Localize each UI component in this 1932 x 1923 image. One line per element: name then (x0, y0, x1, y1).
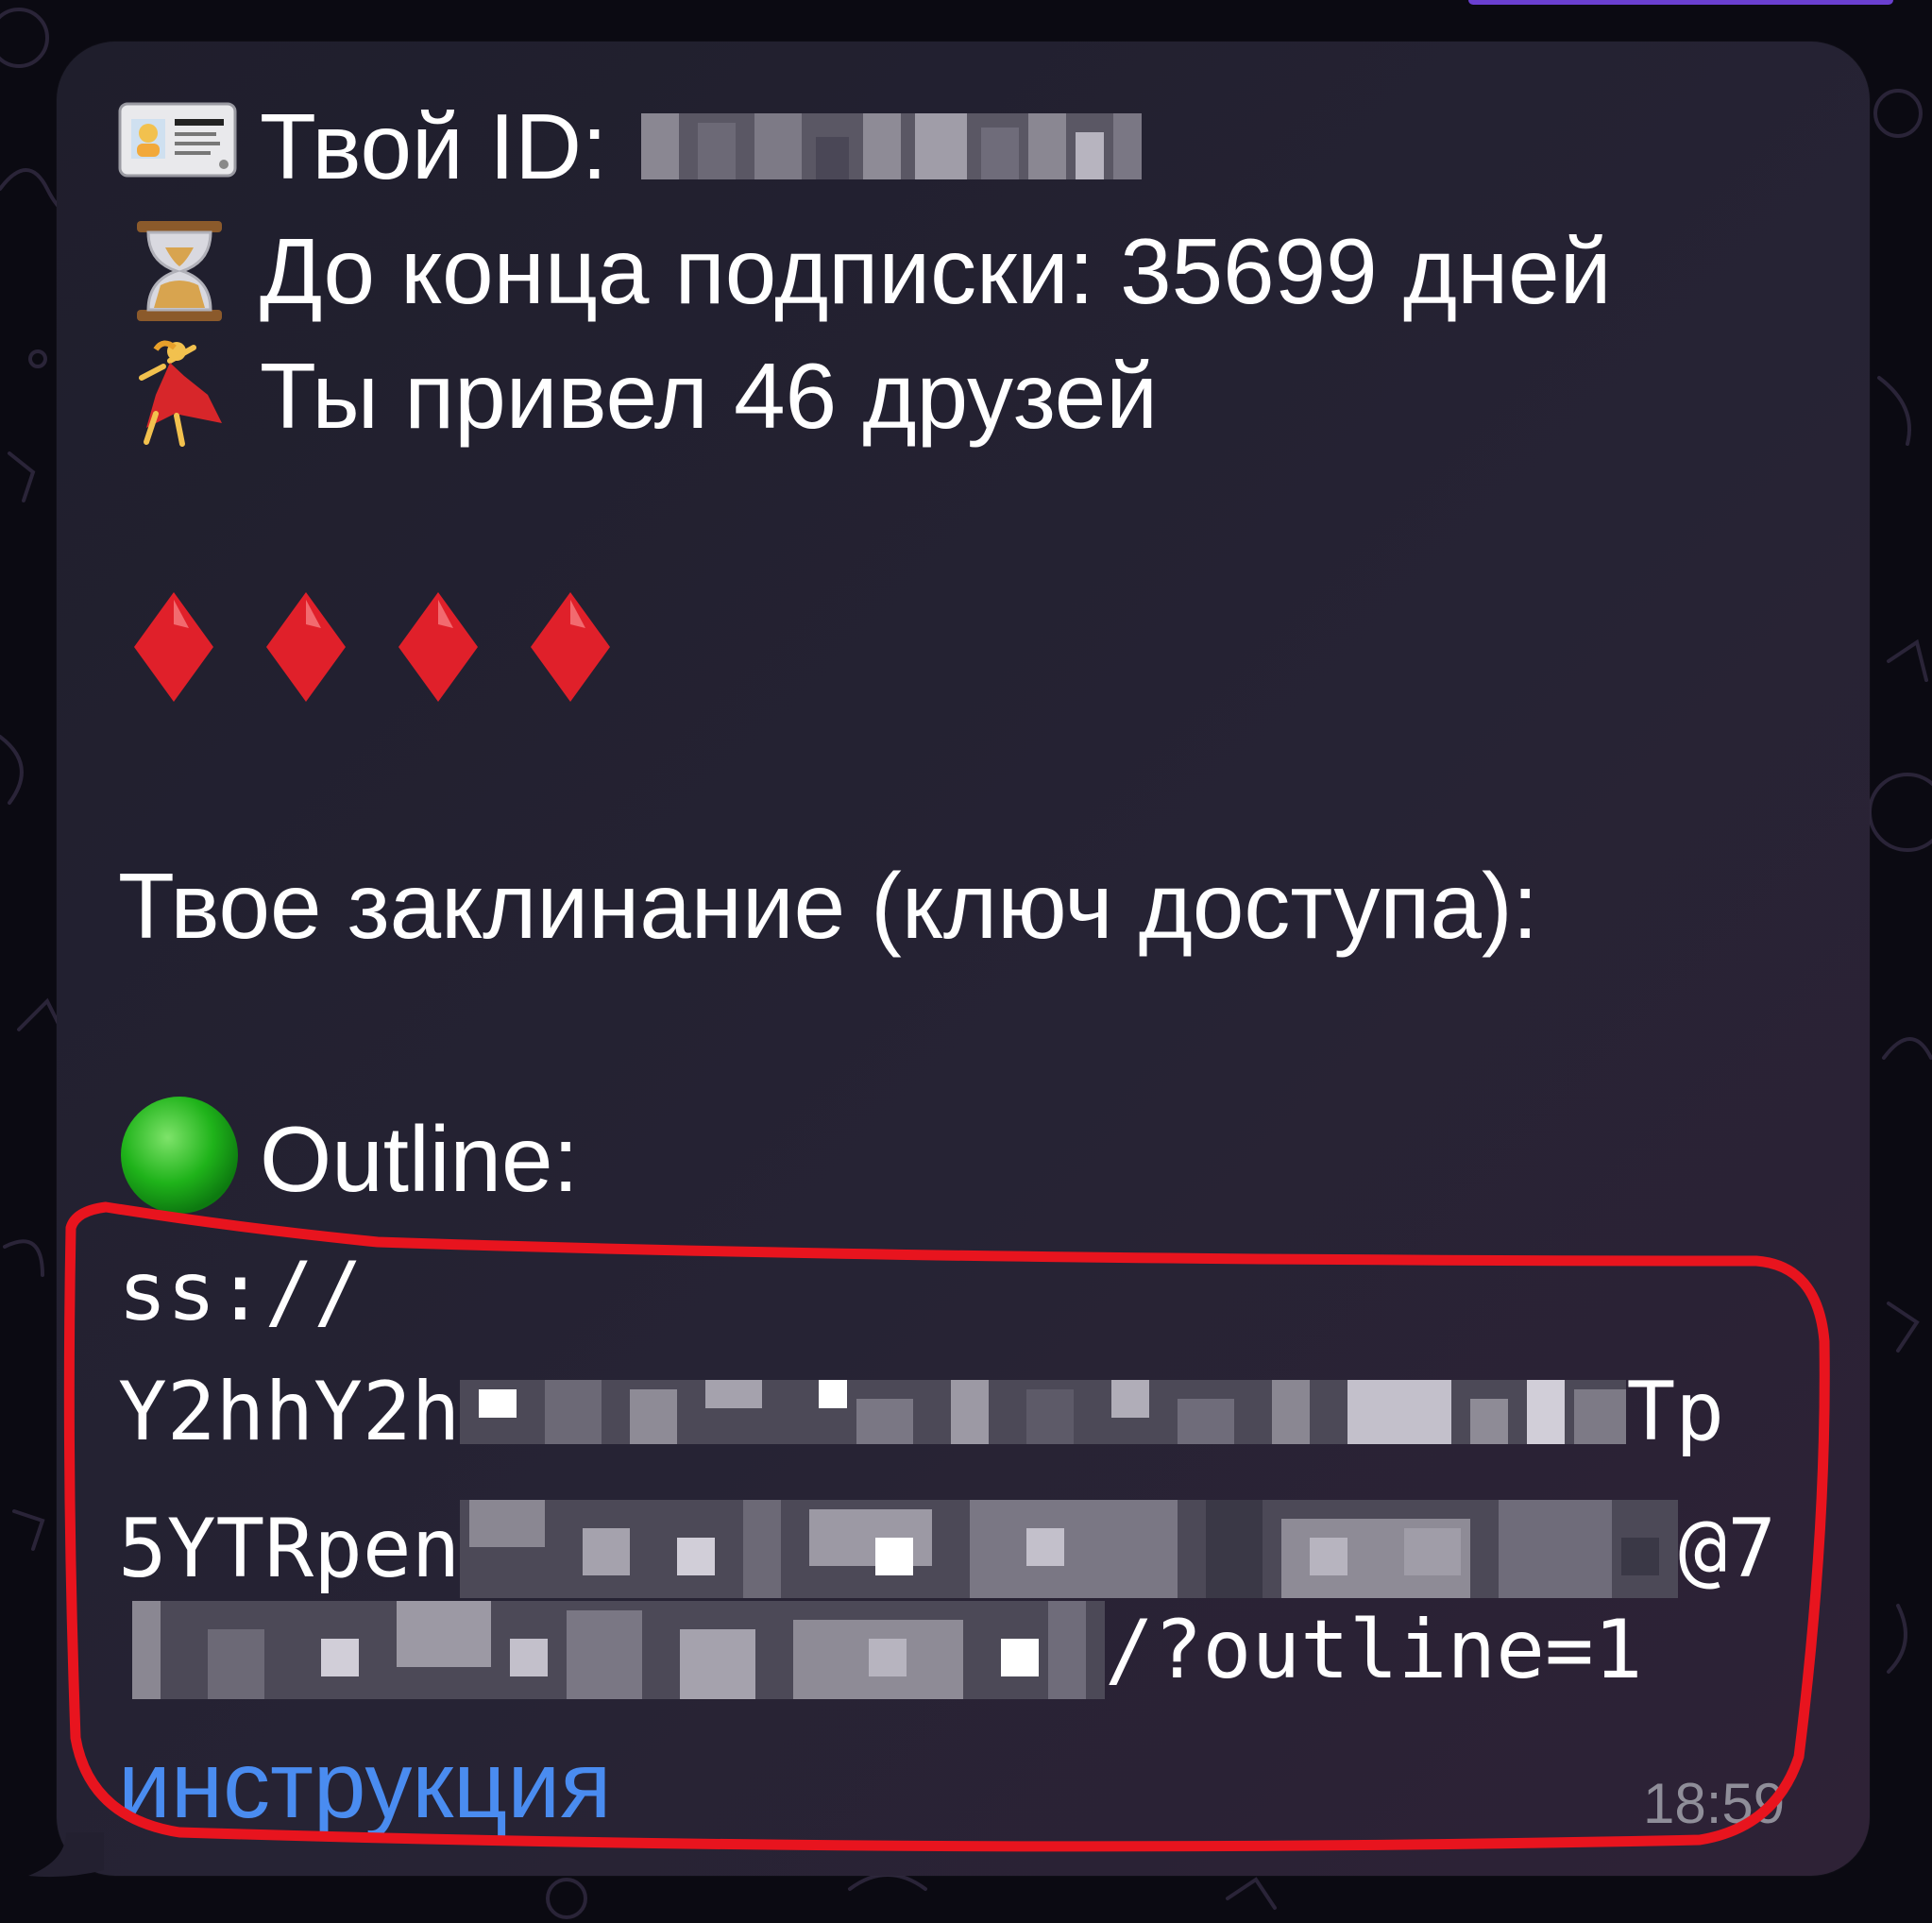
access-key-line-3[interactable]: 5YTRpen @7 (118, 1500, 1776, 1598)
access-key-redacted (132, 1601, 1105, 1699)
access-key-redacted (460, 1380, 1627, 1444)
user-id-label: Твой ID: (260, 94, 608, 198)
diamonds-row (132, 590, 612, 704)
access-key-line-3-start: 5YTRpen (118, 1502, 461, 1596)
red-diamond-icon (531, 592, 610, 702)
outline-line: Outline: (118, 1097, 579, 1214)
subscription-line: До конца подписки: 35699 дней (118, 219, 1611, 323)
key-heading: Твое заклинание (ключ доступа): (118, 859, 1538, 952)
access-key-redacted (460, 1500, 1679, 1598)
message-timestamp: 18:59 (1643, 1772, 1786, 1835)
green-circle-icon (118, 1097, 241, 1214)
dancer-icon (118, 340, 241, 448)
red-diamond-icon (398, 592, 478, 702)
friends-text: Ты привел 46 друзей (260, 344, 1159, 448)
message-bubble-tail (28, 1832, 104, 1878)
subscription-text: До конца подписки: 35699 дней (260, 219, 1612, 323)
access-key-line-4[interactable]: /?outline=1 (118, 1601, 1643, 1699)
red-diamond-icon (134, 592, 213, 702)
key-heading-text: Твое заклинание (ключ доступа): (118, 854, 1538, 958)
friends-line: Ты привел 46 друзей (118, 340, 1159, 448)
outline-label: Outline: (260, 1107, 579, 1211)
access-key-line-2[interactable]: Y2hhY2h Tp (118, 1371, 1724, 1453)
access-key-line-1[interactable]: ss:// (118, 1251, 363, 1333)
id-card-icon (118, 94, 241, 198)
red-diamond-icon (266, 592, 346, 702)
access-key-line-2-end: Tp (1626, 1365, 1724, 1459)
access-key-line-4-end: /?outline=1 (1105, 1603, 1643, 1697)
access-key-line-3-end: @7 (1678, 1502, 1776, 1596)
hourglass-icon (118, 219, 241, 323)
user-id-redacted (641, 113, 1143, 179)
user-id-line: Твой ID: (118, 94, 1143, 198)
instruction-link[interactable]: инструкция (118, 1738, 611, 1832)
access-key-line-2-start: Y2hhY2h (118, 1365, 461, 1459)
